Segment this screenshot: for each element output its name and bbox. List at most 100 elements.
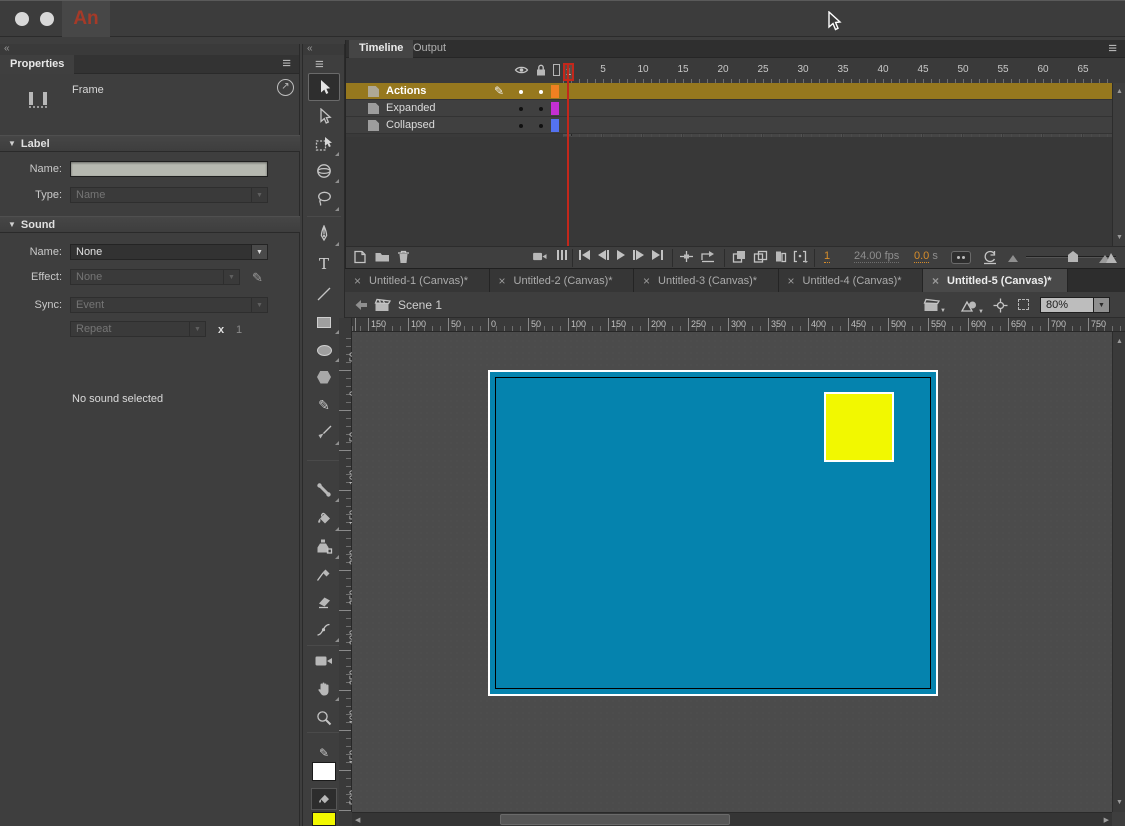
tab-output[interactable]: Output: [403, 40, 456, 58]
layer-color-swatch[interactable]: [551, 119, 559, 132]
step-forward-button[interactable]: [633, 250, 644, 260]
bone-tool[interactable]: [308, 477, 340, 503]
properties-menu-icon[interactable]: ≡: [282, 57, 291, 71]
loop-playback-button[interactable]: [700, 250, 716, 263]
horizontal-scroll-thumb[interactable]: [500, 814, 730, 825]
zoom-tool[interactable]: [308, 705, 340, 731]
step-back-button[interactable]: [598, 250, 609, 260]
zoom-in-timeline-icon[interactable]: [1099, 253, 1117, 263]
rectangle-tool[interactable]: [308, 309, 340, 335]
close-icon[interactable]: ×: [788, 274, 795, 288]
frame-external-button[interactable]: ↗: [277, 79, 294, 96]
selection-tool[interactable]: [308, 73, 340, 101]
show-hide-eye-icon[interactable]: [514, 64, 529, 76]
layer-lock-dot[interactable]: [539, 124, 543, 128]
frame-ruler[interactable]: 1 5 10 15 20 25 30 35 40 45 50 55 60 65: [563, 62, 1113, 83]
lasso-tool[interactable]: [308, 186, 340, 212]
layer-color-swatch[interactable]: [551, 85, 559, 98]
onion-skin-outlines-button[interactable]: [753, 250, 768, 263]
doc-tab-untitled-2[interactable]: × Untitled-2 (Canvas)*: [490, 269, 635, 292]
doc-tab-untitled-5[interactable]: × Untitled-5 (Canvas)*: [923, 269, 1068, 292]
edit-scene-button[interactable]: ▼: [923, 298, 940, 312]
edit-multiple-frames-button[interactable]: [774, 250, 787, 263]
eyedropper-tool[interactable]: [308, 562, 340, 588]
add-camera-button[interactable]: [531, 250, 549, 263]
yellow-square-shape[interactable]: [824, 392, 894, 462]
subselection-tool[interactable]: [308, 103, 340, 129]
delete-layer-button[interactable]: [397, 250, 410, 264]
layer-color-swatch[interactable]: [551, 102, 559, 115]
hand-tool[interactable]: [308, 676, 340, 702]
play-button[interactable]: [617, 250, 625, 260]
close-icon[interactable]: ×: [643, 274, 650, 288]
scroll-down-icon[interactable]: ▼: [1116, 799, 1123, 806]
stage[interactable]: [488, 370, 938, 696]
edit-effect-pencil-icon[interactable]: ✎: [252, 270, 263, 286]
current-frame-counter[interactable]: 1: [824, 250, 830, 263]
repeat-times-value[interactable]: 1: [236, 324, 242, 336]
panel-collapse-strip[interactable]: «: [0, 44, 299, 55]
layer-lock-dot[interactable]: [539, 107, 543, 111]
layer-row-collapsed[interactable]: Collapsed: [346, 117, 1113, 134]
new-layer-button[interactable]: [353, 250, 367, 264]
go-to-last-frame-button[interactable]: [652, 250, 663, 260]
onion-skin-button[interactable]: [732, 250, 747, 263]
layer-row-expanded[interactable]: Expanded: [346, 100, 1113, 117]
scroll-up-icon[interactable]: ▲: [1116, 338, 1123, 345]
close-icon[interactable]: ×: [499, 274, 506, 288]
stroke-color-swatch[interactable]: [312, 762, 336, 781]
pen-tool[interactable]: [308, 221, 340, 247]
timeline-zoom-slider-thumb[interactable]: [1068, 251, 1078, 262]
canvas-horizontal-scrollbar[interactable]: ◀ ▶: [352, 812, 1112, 826]
timeline-menu-icon[interactable]: ≡: [1108, 42, 1117, 56]
layer-visibility-dot[interactable]: [519, 124, 523, 128]
timeline-vertical-scrollbar[interactable]: ▲ ▼: [1112, 83, 1125, 246]
layer-lock-dot[interactable]: [539, 90, 543, 94]
layer-row-actions[interactable]: Actions ✎: [346, 83, 1113, 100]
doc-tab-untitled-4[interactable]: × Untitled-4 (Canvas)*: [779, 269, 924, 292]
back-arrow-icon[interactable]: [354, 299, 368, 311]
close-window-button[interactable]: [15, 12, 29, 26]
doc-tab-untitled-1[interactable]: × Untitled-1 (Canvas)*: [345, 269, 490, 292]
scroll-down-icon[interactable]: ▼: [1116, 234, 1123, 241]
go-to-first-frame-button[interactable]: [579, 250, 590, 260]
label-name-input[interactable]: [70, 161, 268, 177]
free-transform-tool[interactable]: [308, 131, 340, 157]
3d-rotation-tool[interactable]: [308, 158, 340, 184]
width-tool[interactable]: [308, 617, 340, 643]
reset-timeline-zoom-button[interactable]: [982, 250, 998, 265]
camera-tool[interactable]: [308, 648, 340, 674]
center-frame-button[interactable]: [679, 250, 694, 263]
playhead[interactable]: [567, 64, 569, 246]
minimize-window-button[interactable]: [40, 12, 54, 26]
fill-color-swatch[interactable]: [312, 812, 336, 826]
frame-view-button[interactable]: [951, 251, 971, 264]
lock-icon[interactable]: [535, 64, 547, 77]
close-icon[interactable]: ×: [354, 274, 361, 288]
canvas-vertical-scrollbar[interactable]: ▲ ▼: [1112, 332, 1125, 812]
oval-tool[interactable]: [308, 337, 340, 363]
sound-name-dropdown[interactable]: None ▼: [70, 244, 268, 260]
scroll-right-icon[interactable]: ▶: [1104, 816, 1109, 824]
scroll-up-icon[interactable]: ▲: [1116, 88, 1123, 95]
eraser-tool[interactable]: [308, 589, 340, 615]
show-layer-depth-button[interactable]: [557, 250, 567, 260]
polystar-tool[interactable]: [308, 364, 340, 390]
close-icon[interactable]: ×: [932, 274, 939, 288]
fill-color-control[interactable]: [311, 788, 337, 810]
pasteboard[interactable]: [352, 332, 1112, 812]
center-stage-button[interactable]: [993, 298, 1008, 313]
ink-bottle-tool[interactable]: [308, 534, 340, 560]
layer-visibility-dot[interactable]: [519, 90, 523, 94]
doc-tab-untitled-3[interactable]: × Untitled-3 (Canvas)*: [634, 269, 779, 292]
modify-markers-button[interactable]: [793, 250, 809, 263]
paint-bucket-tool[interactable]: [308, 506, 340, 532]
tab-properties[interactable]: Properties: [0, 55, 74, 74]
tools-collapse-strip[interactable]: «: [303, 44, 344, 55]
new-folder-button[interactable]: [374, 250, 390, 263]
frame-rate[interactable]: 24.00 fps: [854, 250, 899, 263]
paint-brush-tool[interactable]: [308, 420, 340, 446]
elapsed-time[interactable]: 0.0 s: [914, 250, 938, 262]
outline-view-icon[interactable]: [553, 64, 560, 76]
clip-content-button[interactable]: [1018, 299, 1029, 310]
